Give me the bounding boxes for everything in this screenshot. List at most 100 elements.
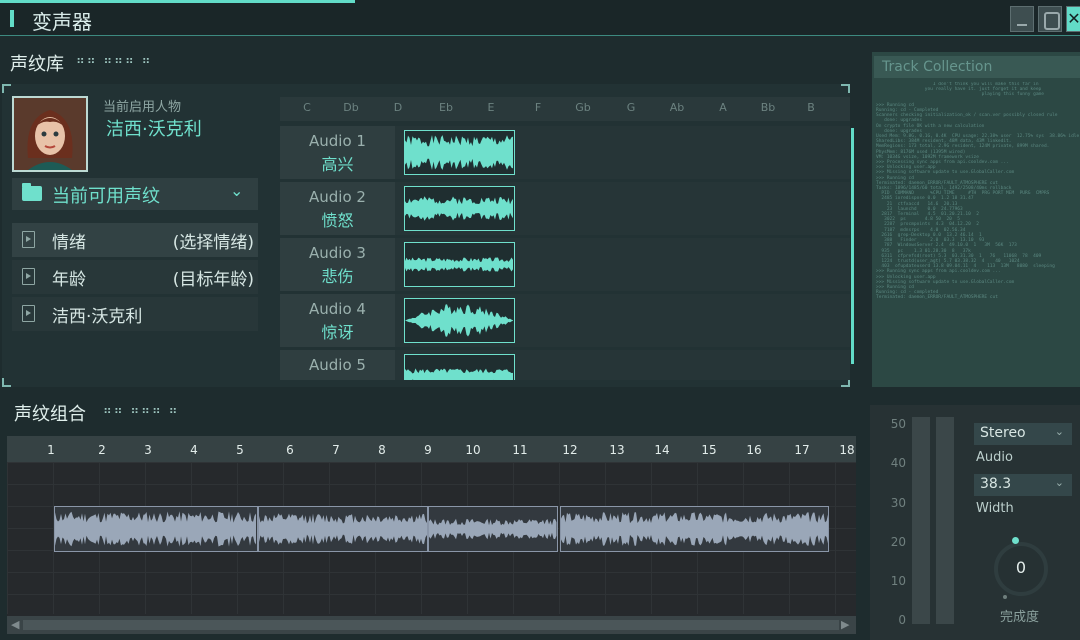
level-meter-left	[912, 417, 930, 624]
chevron-down-icon: ⌄	[1054, 425, 1064, 438]
maximize-button[interactable]	[1038, 6, 1062, 32]
key-label: A	[719, 101, 727, 114]
scroll-left-icon[interactable]: ◀	[11, 618, 19, 631]
waveform-shape	[405, 368, 513, 380]
ruler-tick: 6	[286, 443, 294, 457]
knob-indicator-dot	[1012, 537, 1019, 544]
ruler-tick: 4	[190, 443, 198, 457]
track-row[interactable]: Audio 1 高兴	[280, 126, 850, 179]
file-icon	[22, 231, 35, 248]
audio-clip[interactable]	[404, 130, 515, 175]
filter-name: 情绪	[52, 233, 86, 253]
timeline-ruler[interactable]: 1 2 3 4 5 6 7 8 9 10 11 12 13 14 15 16 1…	[7, 436, 856, 462]
track-row[interactable]: Audio 3 悲伤	[280, 238, 850, 291]
panel-corner	[2, 84, 11, 93]
key-label: B	[807, 101, 815, 114]
timeline-clip[interactable]	[54, 506, 258, 552]
waveform-shape	[405, 304, 513, 337]
combination-section-title: 声纹组合	[14, 404, 86, 425]
channel-label: Audio	[976, 450, 1013, 465]
ruler-tick: 5	[236, 443, 244, 457]
library-section-title: 声纹库	[10, 54, 64, 75]
meter-scale-label: 50	[890, 417, 906, 431]
ruler-tick: 17	[794, 443, 810, 457]
ruler-tick: 1	[47, 443, 55, 457]
audio-clip[interactable]	[404, 298, 515, 343]
key-label: F	[534, 101, 542, 114]
available-voiceprints-dropdown[interactable]: 当前可用声纹 ⌄	[12, 178, 258, 210]
character-avatar[interactable]	[12, 96, 88, 172]
key-label: G	[626, 101, 636, 114]
timeline-clip[interactable]	[258, 506, 428, 552]
channel-select[interactable]: Stereo ⌄	[974, 423, 1072, 445]
waveform-graphic	[405, 135, 513, 170]
filter-emotion[interactable]: 情绪 (选择情绪)	[12, 223, 258, 257]
panel-corner	[2, 378, 11, 387]
key-label: Gb	[575, 101, 591, 114]
filter-name: 洁西·沃克利	[52, 307, 143, 327]
meter-scale-label: 0	[898, 613, 906, 627]
track-row[interactable]: Audio 2 愤怒	[280, 182, 850, 235]
track-collection-panel: Track Collection I don't think you will …	[872, 52, 1080, 387]
track-row[interactable]: Audio 5	[280, 350, 850, 380]
track-list-scrollbar[interactable]	[851, 128, 854, 364]
ruler-tick: 16	[746, 443, 762, 457]
scrollbar-thumb[interactable]	[23, 620, 839, 630]
ruler-tick: 11	[512, 443, 528, 457]
filter-age[interactable]: 年龄 (目标年龄)	[12, 260, 258, 294]
close-button[interactable]: ✕	[1066, 6, 1080, 32]
meter-scale-label: 10	[890, 574, 906, 588]
waveform-graphic	[429, 518, 557, 540]
voiceprint-track-list: Audio 1 高兴 Audio 2 愤怒 Audio 3 悲伤 Audio 4…	[280, 124, 850, 380]
meter-scale-label: 30	[890, 496, 906, 510]
ruler-tick: 3	[144, 443, 152, 457]
voice-changer-window: 变声器 ✕ 声纹库 ⠶⠶ ⠶⠶⠶ ⠶ 当前启用人物 洁西·沃克利 当前可用声纹 …	[0, 0, 1080, 640]
timeline-clip[interactable]	[560, 506, 829, 552]
width-label: Width	[976, 501, 1014, 516]
waveform-graphic	[405, 304, 513, 337]
width-select[interactable]: 38.3 ⌄	[974, 474, 1072, 496]
current-character-caption: 当前启用人物	[103, 100, 182, 115]
knob-label: 完成度	[1000, 610, 1040, 625]
track-name: Audio 1	[309, 132, 366, 150]
track-emotion: 悲伤	[321, 267, 354, 286]
track-emotion: 惊讶	[321, 323, 354, 342]
app-title: 变声器	[32, 10, 92, 34]
key-label: C	[303, 101, 311, 114]
title-bar: 变声器 ✕	[0, 0, 1080, 36]
timeline-clip[interactable]	[428, 506, 558, 552]
track-row[interactable]: Audio 4 惊讶	[280, 294, 850, 347]
audio-clip[interactable]	[404, 186, 515, 231]
waveform-graphic	[405, 368, 513, 380]
title-accent-line	[0, 0, 355, 3]
piano-key-ruler: C Db D Eb E F Gb G Ab A Bb B	[280, 97, 850, 121]
file-icon	[22, 268, 35, 285]
key-label: D	[393, 101, 403, 114]
level-meter-right	[936, 417, 954, 624]
waveform-shape	[561, 512, 828, 546]
folder-icon	[22, 183, 42, 201]
waveform-graphic	[405, 257, 513, 272]
audio-clip[interactable]	[404, 242, 515, 287]
filter-hint: (目标年龄)	[172, 270, 254, 290]
completion-knob[interactable]: 0	[994, 542, 1048, 596]
track-header: Audio 5	[280, 350, 395, 380]
ruler-tick: 15	[701, 443, 717, 457]
audio-clip[interactable]	[404, 354, 515, 380]
track-name: Audio 2	[309, 188, 366, 206]
ruler-tick: 2	[98, 443, 106, 457]
filter-character[interactable]: 洁西·沃克利	[12, 297, 258, 331]
ruler-tick: 8	[378, 443, 386, 457]
track-header: Audio 2 愤怒	[280, 182, 395, 235]
knob-min-dot	[1003, 595, 1007, 599]
track-header: Audio 3 悲伤	[280, 238, 395, 291]
scroll-right-icon[interactable]: ▶	[841, 618, 849, 631]
minimize-button[interactable]	[1010, 6, 1034, 32]
track-name: Audio 3	[309, 244, 366, 262]
waveform-shape	[405, 135, 513, 170]
chevron-down-icon: ⌄	[1054, 476, 1064, 489]
filter-name: 年龄	[52, 270, 86, 290]
key-label: E	[487, 101, 495, 114]
timeline-horizontal-scrollbar[interactable]: ◀ ▶	[7, 616, 856, 634]
voiceprint-combination-timeline: 1 2 3 4 5 6 7 8 9 10 11 12 13 14 15 16 1…	[7, 436, 856, 634]
